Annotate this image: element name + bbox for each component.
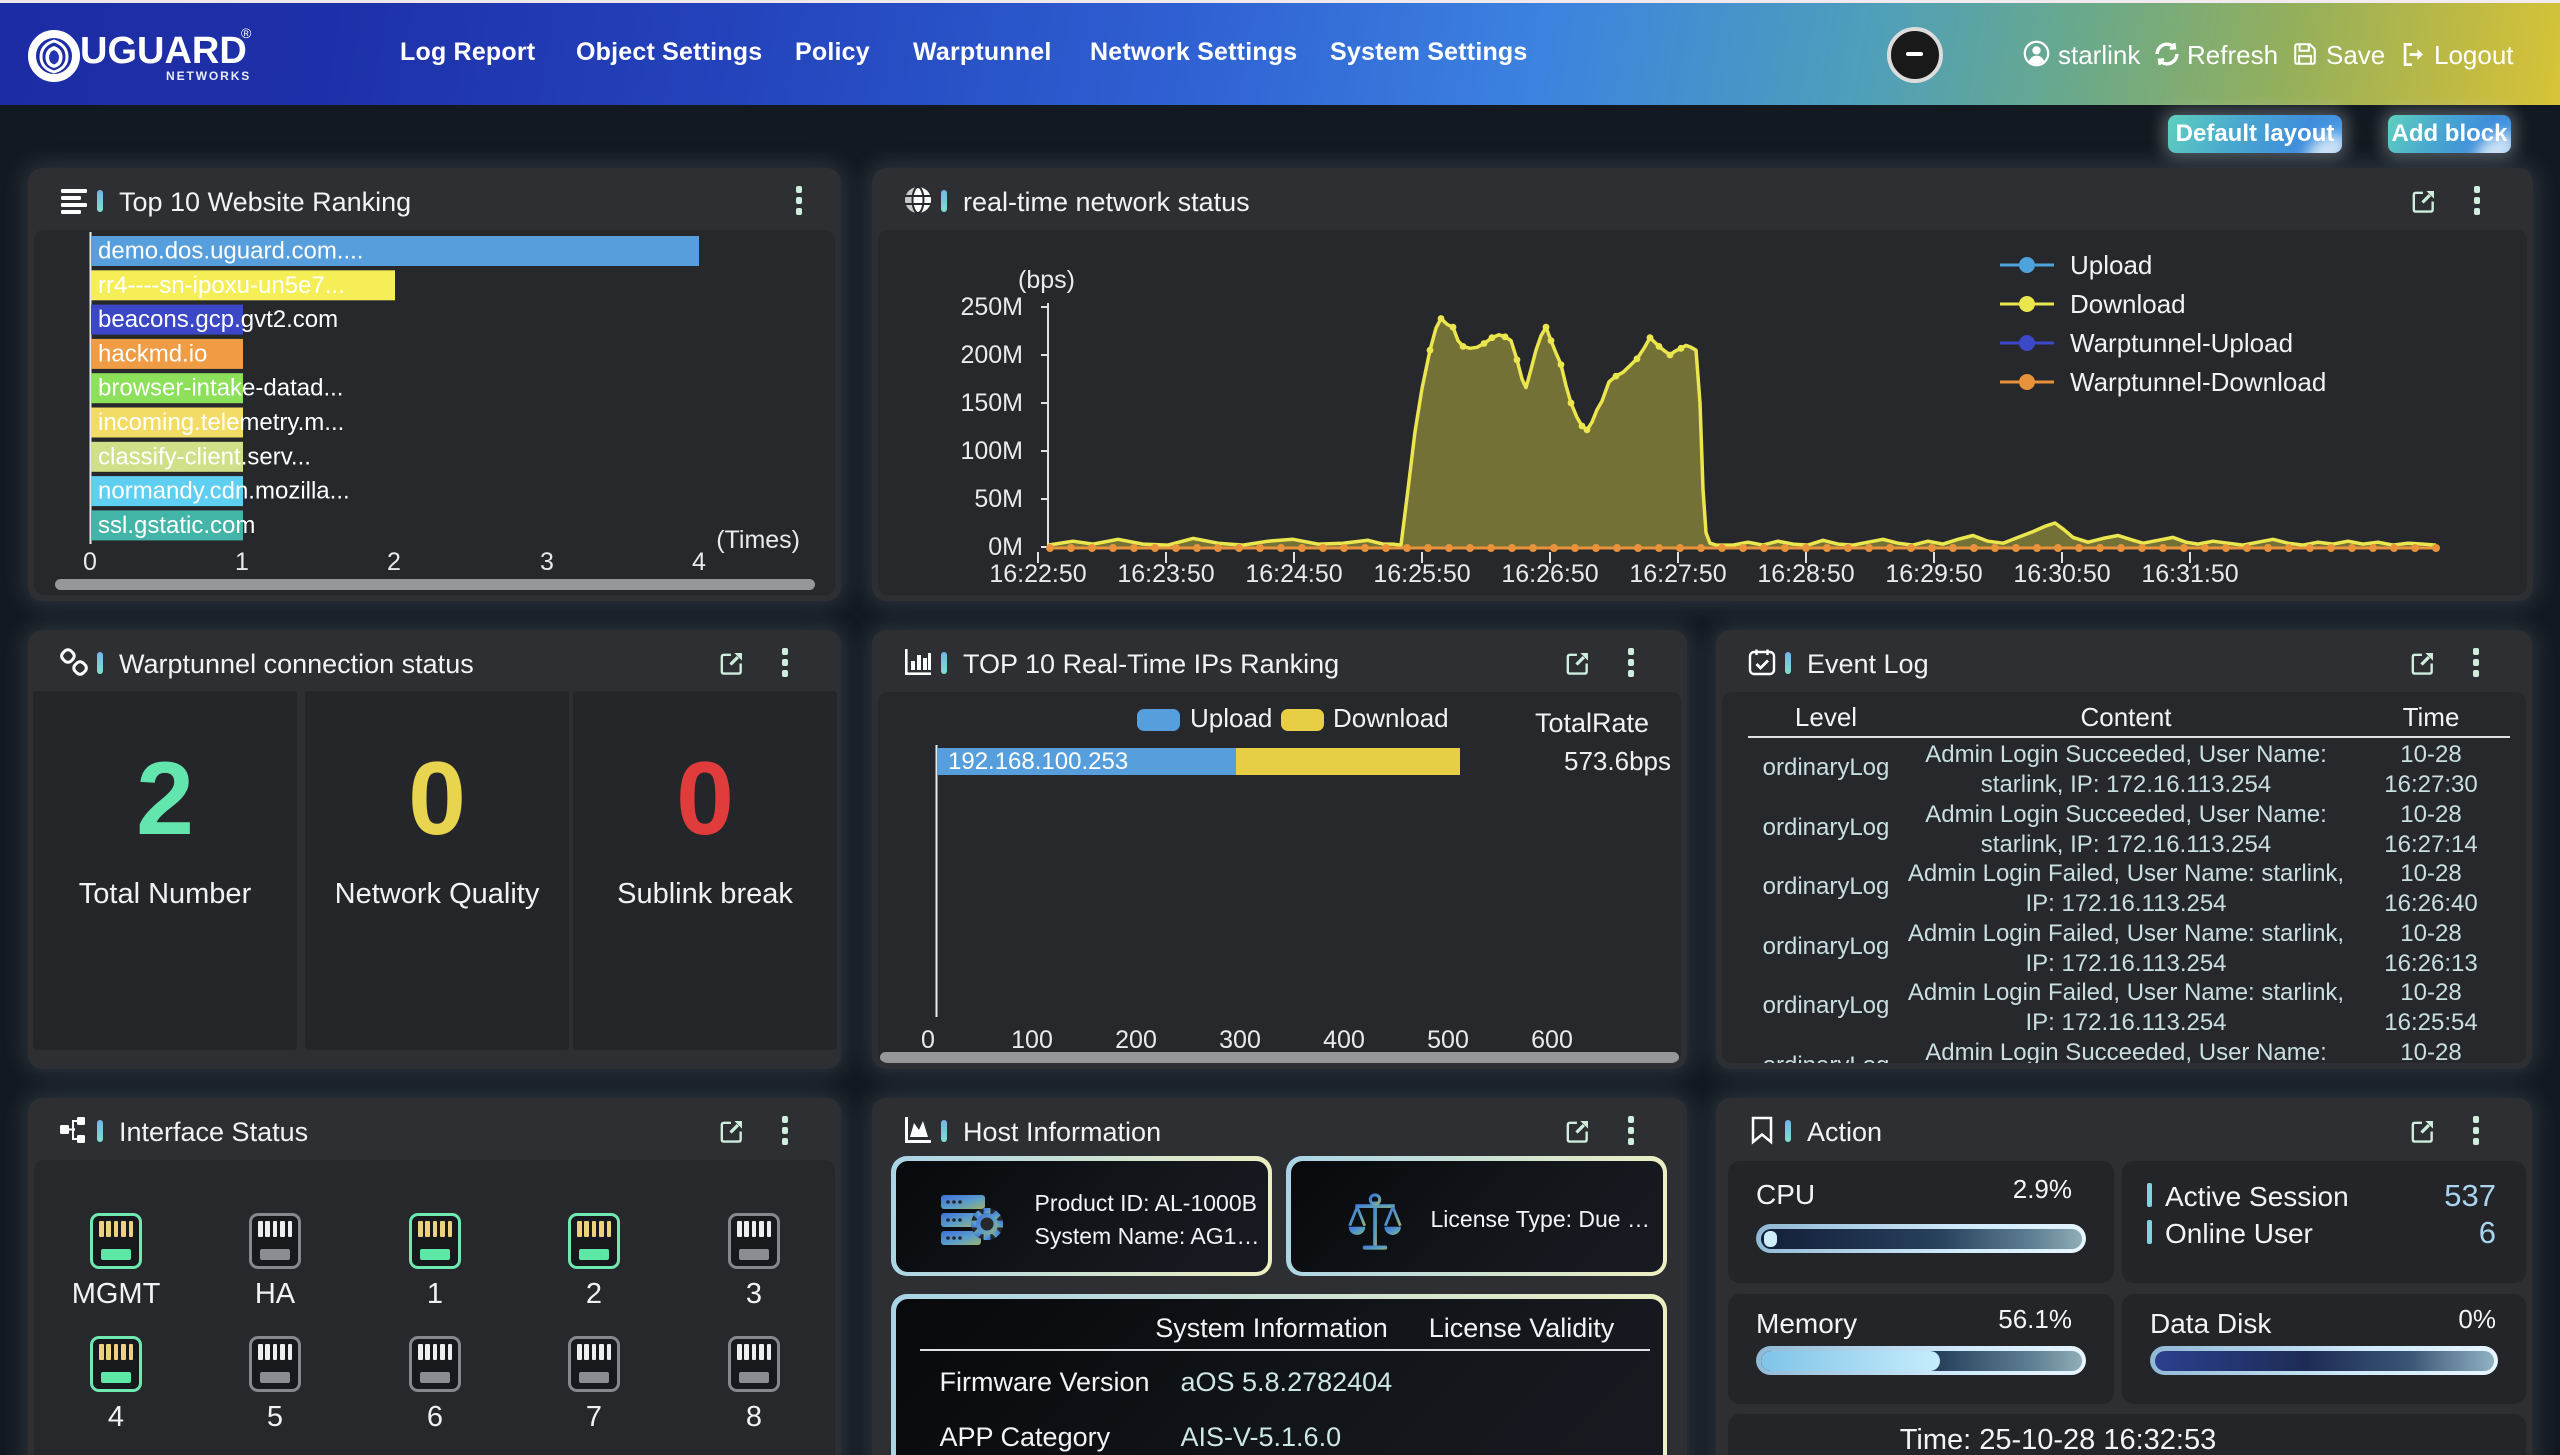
svg-text:Warptunnel-Download: Warptunnel-Download bbox=[2070, 367, 2326, 397]
svg-text:573.6bps: 573.6bps bbox=[1564, 746, 1671, 776]
svg-text:2: 2 bbox=[387, 548, 401, 576]
svg-text:3: 3 bbox=[540, 548, 554, 576]
svg-text:16:31:50: 16:31:50 bbox=[2141, 560, 2238, 588]
svg-text:browser-intake-datad...: browser-intake-datad... bbox=[98, 375, 343, 402]
svg-text:TotalRate: TotalRate bbox=[1535, 708, 1649, 738]
svg-text:(bps): (bps) bbox=[1018, 266, 1075, 294]
svg-text:150M: 150M bbox=[960, 389, 1023, 417]
svg-text:beacons.gcp.gvt2.com: beacons.gcp.gvt2.com bbox=[98, 306, 338, 333]
svg-text:500: 500 bbox=[1427, 1026, 1469, 1054]
svg-text:rr4----sn-ipoxu-un5e7...: rr4----sn-ipoxu-un5e7... bbox=[98, 272, 345, 299]
svg-text:Upload: Upload bbox=[1190, 703, 1272, 733]
svg-text:16:30:50: 16:30:50 bbox=[2013, 560, 2110, 588]
svg-text:16:25:50: 16:25:50 bbox=[1373, 560, 1470, 588]
svg-text:50M: 50M bbox=[974, 485, 1023, 513]
svg-text:16:28:50: 16:28:50 bbox=[1757, 560, 1854, 588]
svg-text:16:27:50: 16:27:50 bbox=[1629, 560, 1726, 588]
svg-text:16:22:50: 16:22:50 bbox=[989, 560, 1086, 588]
svg-text:hackmd.io: hackmd.io bbox=[98, 340, 207, 367]
svg-text:250M: 250M bbox=[960, 293, 1023, 321]
svg-text:Upload: Upload bbox=[2070, 250, 2152, 280]
svg-text:16:29:50: 16:29:50 bbox=[1885, 560, 1982, 588]
svg-text:0: 0 bbox=[921, 1026, 935, 1054]
svg-text:classify-client.serv...: classify-client.serv... bbox=[98, 443, 311, 470]
svg-text:0M: 0M bbox=[988, 533, 1023, 561]
svg-text:192.168.100.253: 192.168.100.253 bbox=[948, 748, 1128, 775]
svg-text:0: 0 bbox=[83, 548, 97, 576]
svg-text:Download: Download bbox=[2070, 289, 2186, 319]
svg-text:normandy.cdn.mozilla...: normandy.cdn.mozilla... bbox=[98, 478, 350, 505]
svg-text:demo.dos.uguard.com....: demo.dos.uguard.com.... bbox=[98, 238, 363, 265]
svg-text:Download: Download bbox=[1333, 703, 1449, 733]
svg-text:4: 4 bbox=[692, 548, 706, 576]
svg-text:200: 200 bbox=[1115, 1026, 1157, 1054]
svg-text:Warptunnel-Upload: Warptunnel-Upload bbox=[2070, 328, 2293, 358]
svg-text:300: 300 bbox=[1219, 1026, 1261, 1054]
svg-text:16:24:50: 16:24:50 bbox=[1245, 560, 1342, 588]
svg-text:(Times): (Times) bbox=[716, 526, 800, 554]
svg-text:1: 1 bbox=[235, 548, 249, 576]
svg-text:200M: 200M bbox=[960, 341, 1023, 369]
svg-text:400: 400 bbox=[1323, 1026, 1365, 1054]
svg-text:16:23:50: 16:23:50 bbox=[1117, 560, 1214, 588]
svg-text:ssl.gstatic.com: ssl.gstatic.com bbox=[98, 512, 255, 539]
svg-text:100M: 100M bbox=[960, 437, 1023, 465]
svg-text:600: 600 bbox=[1531, 1026, 1573, 1054]
svg-text:incoming.telemetry.m...: incoming.telemetry.m... bbox=[98, 409, 344, 436]
svg-text:16:26:50: 16:26:50 bbox=[1501, 560, 1598, 588]
svg-text:100: 100 bbox=[1011, 1026, 1053, 1054]
